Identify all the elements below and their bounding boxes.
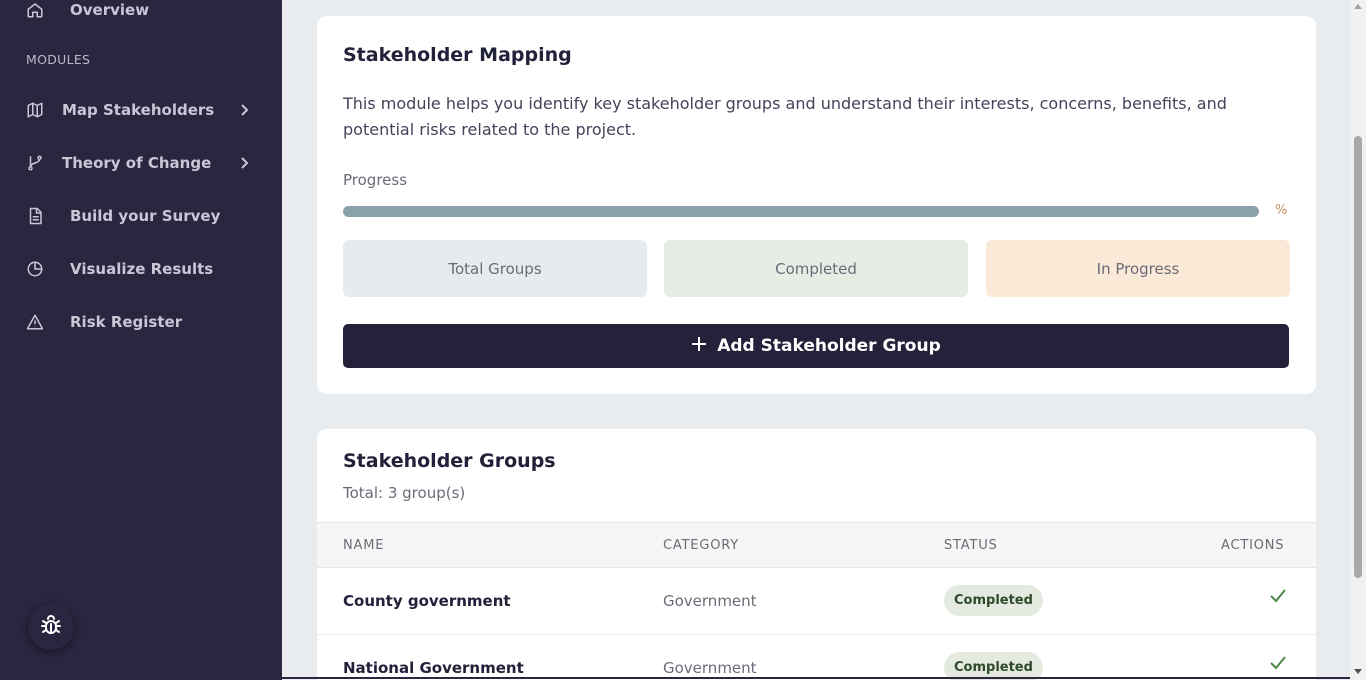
status-badge: Completed bbox=[944, 652, 1043, 680]
chevron-right-icon bbox=[238, 102, 250, 121]
column-header-status[interactable]: STATUS bbox=[944, 538, 998, 553]
scrollbar-thumb[interactable] bbox=[1354, 136, 1362, 578]
status-badge: Completed bbox=[944, 585, 1043, 616]
document-icon bbox=[26, 206, 54, 226]
groups-title: Stakeholder Groups bbox=[343, 450, 556, 472]
sidebar-item-risk-register[interactable]: Risk Register bbox=[26, 302, 256, 342]
stat-in-progress: In Progress bbox=[986, 240, 1290, 297]
group-name: County government bbox=[343, 592, 511, 610]
sidebar-item-label: Risk Register bbox=[70, 313, 183, 331]
pie-chart-icon bbox=[26, 259, 54, 279]
sidebar-item-theory-of-change[interactable]: Theory of Change bbox=[26, 143, 256, 183]
stakeholder-mapping-card: Stakeholder Mapping This module helps yo… bbox=[317, 16, 1316, 394]
chevron-right-icon bbox=[238, 155, 250, 174]
sidebar-item-map-stakeholders[interactable]: Map Stakeholders bbox=[26, 90, 256, 130]
debug-button[interactable] bbox=[28, 604, 74, 650]
map-icon bbox=[26, 100, 54, 120]
sidebar-item-label: Map Stakeholders bbox=[62, 101, 215, 119]
sidebar-item-visualize-results[interactable]: Visualize Results bbox=[26, 249, 256, 289]
git-branch-icon bbox=[26, 153, 54, 173]
sidebar-item-build-survey[interactable]: Build your Survey bbox=[26, 196, 256, 236]
stat-label: In Progress bbox=[1096, 259, 1180, 278]
group-category: Government bbox=[663, 592, 757, 610]
stat-label: Total Groups bbox=[448, 259, 542, 278]
bug-icon bbox=[39, 613, 63, 641]
plus-icon bbox=[691, 336, 707, 357]
module-title: Stakeholder Mapping bbox=[343, 44, 572, 66]
group-category: Government bbox=[663, 659, 757, 677]
column-header-name[interactable]: NAME bbox=[343, 538, 384, 553]
page-scrollbar[interactable] bbox=[1350, 0, 1366, 680]
sidebar-item-overview[interactable]: Overview bbox=[26, 0, 256, 30]
warning-icon bbox=[26, 312, 54, 332]
column-header-category[interactable]: CATEGORY bbox=[663, 538, 739, 553]
check-icon[interactable] bbox=[1269, 655, 1287, 675]
progress-percent: % bbox=[1275, 203, 1288, 218]
scroll-up-arrow-icon[interactable] bbox=[1354, 4, 1362, 9]
sidebar-item-label: Theory of Change bbox=[62, 154, 212, 172]
column-header-actions: ACTIONS bbox=[1221, 538, 1285, 553]
stat-total-groups: Total Groups bbox=[343, 240, 647, 297]
module-description: This module helps you identify key stake… bbox=[343, 94, 1227, 139]
sidebar: Overview MODULES Map Stakeholders Theory… bbox=[0, 0, 282, 680]
stakeholder-groups-card: Stakeholder Groups Total: 3 group(s) NAM… bbox=[317, 429, 1316, 680]
stat-completed: Completed bbox=[664, 240, 968, 297]
stat-label: Completed bbox=[775, 259, 857, 278]
sidebar-item-label: Build your Survey bbox=[70, 207, 221, 225]
progress-label: Progress bbox=[343, 171, 408, 189]
scroll-down-arrow-icon[interactable] bbox=[1354, 669, 1362, 674]
group-name: National Government bbox=[343, 659, 524, 677]
bottom-divider bbox=[48, 677, 1350, 679]
table-header: NAME CATEGORY STATUS ACTIONS bbox=[317, 522, 1316, 568]
home-icon bbox=[26, 0, 54, 20]
add-stakeholder-group-label: Add Stakeholder Group bbox=[717, 336, 941, 356]
modules-section-label: MODULES bbox=[26, 52, 91, 67]
check-icon[interactable] bbox=[1269, 588, 1287, 608]
sidebar-item-label: Visualize Results bbox=[70, 260, 214, 278]
groups-total: Total: 3 group(s) bbox=[343, 484, 466, 502]
progress-bar bbox=[343, 206, 1259, 217]
table-row[interactable]: National Government Government Completed bbox=[317, 635, 1316, 680]
sidebar-item-label: Overview bbox=[70, 1, 150, 19]
table-row[interactable]: County government Government Completed bbox=[317, 568, 1316, 635]
add-stakeholder-group-button[interactable]: Add Stakeholder Group bbox=[343, 324, 1289, 368]
